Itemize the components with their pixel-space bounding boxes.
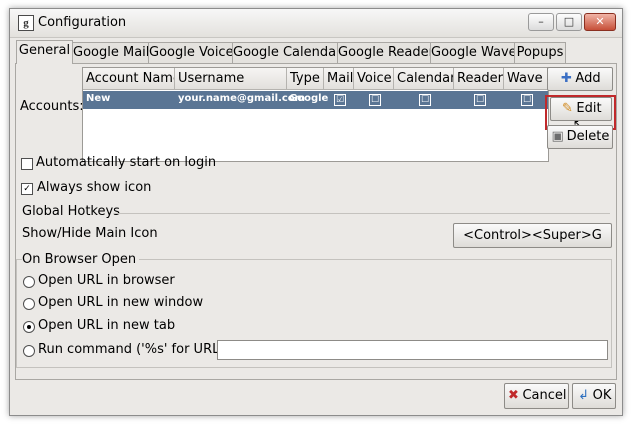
cell-account-name: New bbox=[86, 93, 111, 104]
edit-label: Edit bbox=[576, 101, 602, 116]
column-header-voice[interactable]: Voice bbox=[354, 68, 394, 90]
cancel-label: Cancel bbox=[522, 388, 567, 403]
command-input[interactable] bbox=[217, 340, 608, 360]
column-header-reader[interactable]: Reader bbox=[454, 68, 504, 90]
group-divider bbox=[114, 213, 610, 214]
column-header-username[interactable]: Username bbox=[175, 68, 287, 90]
open-new-tab-label: Open URL in new tab bbox=[38, 318, 176, 333]
tab-google-mail[interactable]: Google Mail bbox=[72, 42, 149, 63]
column-header-calendar[interactable]: Calendar bbox=[394, 68, 454, 90]
minimize-button[interactable]: – bbox=[528, 13, 554, 31]
voice-checkbox[interactable]: ☐ bbox=[369, 94, 381, 106]
mail-checkbox[interactable]: ☑ bbox=[334, 94, 346, 106]
title-bar: g Configuration – □ ✕ bbox=[10, 9, 622, 38]
accounts-table[interactable]: Account Name Username Type Mail Voice Ca… bbox=[82, 67, 549, 162]
radio-open-new-tab[interactable] bbox=[23, 321, 35, 333]
cancel-x-icon: ✖ bbox=[508, 388, 519, 403]
tab-google-reader[interactable]: Google Reader bbox=[337, 42, 434, 63]
radio-run-command[interactable] bbox=[23, 345, 35, 357]
column-header-type[interactable]: Type bbox=[287, 68, 324, 90]
tab-popups[interactable]: Popups bbox=[514, 42, 566, 63]
app-icon: g bbox=[18, 15, 34, 31]
column-header-account-name[interactable]: Account Name bbox=[83, 68, 175, 90]
cancel-button[interactable]: ✖ Cancel bbox=[504, 383, 569, 409]
tab-google-voice[interactable]: Google Voice bbox=[148, 42, 234, 63]
tab-google-wave[interactable]: Google Wave bbox=[430, 42, 517, 63]
always-show-label: Always show icon bbox=[37, 180, 152, 195]
global-hotkeys-group-label: Global Hotkeys bbox=[22, 204, 120, 219]
dialog-footer: ✖ Cancel ↲ OK bbox=[10, 378, 622, 415]
add-button[interactable]: ✚ Add bbox=[547, 67, 613, 91]
table-row[interactable]: New your.name@gmail.com Google ☑ ☐ ☐ ☐ ☐ bbox=[83, 91, 548, 109]
column-header-wave[interactable]: Wave bbox=[504, 68, 548, 90]
open-browser-label: Open URL in browser bbox=[38, 273, 175, 288]
radio-open-new-window[interactable] bbox=[23, 298, 35, 310]
delete-label: Delete bbox=[566, 129, 610, 144]
plus-icon: ✚ bbox=[560, 71, 572, 86]
maximize-button[interactable]: □ bbox=[556, 13, 582, 31]
browser-group-label: On Browser Open bbox=[22, 252, 140, 267]
close-button[interactable]: ✕ bbox=[584, 13, 616, 31]
hotkey-button[interactable]: <Control><Super>G bbox=[453, 223, 612, 248]
run-command-label: Run command ('%s' for URL) bbox=[38, 342, 225, 357]
open-new-window-label: Open URL in new window bbox=[38, 295, 204, 310]
trash-icon: ▣ bbox=[551, 129, 564, 144]
always-show-checkbox[interactable]: ✓ bbox=[21, 183, 33, 195]
ok-button[interactable]: ↲ OK bbox=[572, 383, 616, 409]
configuration-window: g Configuration – □ ✕ General Google Mai… bbox=[9, 8, 623, 416]
reader-checkbox[interactable]: ☐ bbox=[474, 94, 486, 106]
window-title: Configuration bbox=[38, 15, 127, 30]
delete-button[interactable]: ▣ Delete bbox=[547, 125, 613, 149]
show-hide-label: Show/Hide Main Icon bbox=[22, 226, 158, 241]
tab-general[interactable]: General bbox=[16, 40, 73, 64]
tab-google-calendar[interactable]: Google Calendar bbox=[232, 42, 341, 63]
auto-start-label: Automatically start on login bbox=[36, 155, 217, 170]
wave-checkbox[interactable]: ☐ bbox=[521, 94, 533, 106]
calendar-checkbox[interactable]: ☐ bbox=[419, 94, 431, 106]
auto-start-checkbox[interactable] bbox=[21, 158, 33, 170]
accounts-label: Accounts: bbox=[20, 99, 84, 114]
cell-type: Google bbox=[289, 93, 329, 104]
ok-arrow-icon: ↲ bbox=[578, 388, 590, 403]
column-header-mail[interactable]: Mail bbox=[324, 68, 354, 90]
add-label: Add bbox=[575, 71, 601, 86]
ok-label: OK bbox=[592, 388, 612, 403]
radio-open-browser[interactable] bbox=[23, 276, 35, 288]
cell-username: your.name@gmail.com bbox=[178, 93, 306, 104]
